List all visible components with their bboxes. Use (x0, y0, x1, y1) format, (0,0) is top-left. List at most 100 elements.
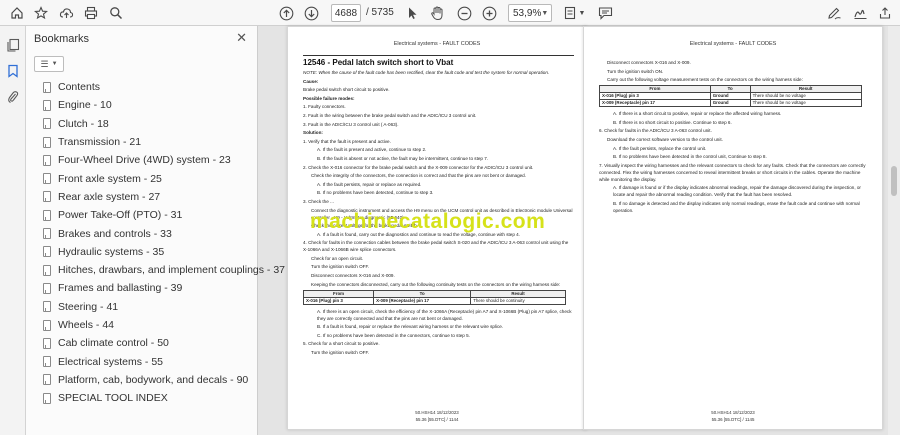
upload-cloud-icon[interactable] (57, 4, 75, 22)
solution-label: Solution: (303, 130, 323, 136)
comment-icon[interactable] (596, 4, 614, 22)
table-cell: X-009 (Receptacle) pin 17 (599, 99, 711, 108)
cursor-icon[interactable] (403, 4, 421, 22)
bookmarks-panel: Bookmarks ✕ ☰ ▼ Contents Engine - 10 Clutch… (26, 26, 285, 435)
procedure-line: Download the correct software version to… (607, 136, 723, 142)
bookmark-options-button[interactable]: ☰ ▼ (34, 56, 64, 72)
bookmark-item[interactable]: SPECIAL TOOL INDEX (26, 389, 258, 407)
star-icon[interactable] (32, 4, 50, 22)
procedure-line: Disconnect connectors X-016 and X-009. (311, 273, 395, 279)
attachment-icon[interactable] (4, 88, 22, 106)
close-icon[interactable]: ✕ (236, 30, 247, 46)
bookmark-label: Engine - 10 (58, 99, 112, 112)
procedure-line: B. If no problems have been detected, co… (317, 190, 434, 196)
zoom-out-icon[interactable] (455, 4, 473, 22)
bookmark-page-icon (43, 319, 51, 331)
bookmark-item[interactable]: Engine - 10 (26, 96, 258, 114)
procedure-line: B. If no damage is detected and the disp… (613, 200, 860, 213)
page-number-input[interactable]: 4688 (331, 4, 361, 22)
continuity-table: From To Result X-016 (Plug) pin 3 X-009 (Rec… (302, 289, 566, 305)
watermark-text: machinecatalogic.com (310, 210, 546, 233)
list-icon: ☰ (40, 58, 49, 69)
bookmark-item[interactable]: Electrical systems - 55 (26, 352, 258, 370)
procedure-line: 2. Check the X-016 connector for the bra… (303, 164, 534, 170)
bookmark-item[interactable]: Front axle system - 25 (26, 169, 258, 187)
table-cell: X-016 (Plug) pin 3 (302, 296, 375, 305)
procedure-line: A. If the fault persists, replace the co… (613, 145, 707, 151)
procedure-line: 1. Verify that the fault is present and … (303, 138, 391, 144)
chevron-down-icon[interactable]: ▼ (577, 4, 587, 22)
bookmark-item[interactable]: Brakes and controls - 33 (26, 224, 258, 242)
table-header: To (373, 289, 472, 298)
table-header: Result (749, 85, 862, 94)
search-icon[interactable] (107, 4, 125, 22)
bookmark-page-icon (43, 282, 51, 294)
hand-icon[interactable] (428, 4, 446, 22)
home-icon[interactable] (8, 4, 26, 22)
procedure-line: A. If the fault is present and active, c… (317, 147, 427, 153)
failure-label: Possible failure modes: (303, 95, 355, 101)
sign-icon[interactable] (851, 4, 869, 22)
table-cell: There should be no voltage (749, 99, 862, 108)
bookmark-item[interactable]: Transmission - 21 (26, 133, 258, 151)
procedure-line: 7. Visually inspect the wiring harnesses… (599, 162, 866, 182)
chevron-down-icon: ▼ (541, 9, 549, 17)
table-cell: Ground (709, 92, 751, 101)
edit-pen-icon[interactable] (825, 4, 843, 22)
table-header: From (599, 85, 711, 94)
chevron-down-icon: ▼ (51, 61, 58, 67)
procedure-line: B. If the fault is absent or not active,… (317, 155, 489, 161)
zoom-in-icon[interactable] (480, 4, 498, 22)
bookmark-page-icon (43, 136, 51, 148)
table-cell: There should be no voltage (749, 92, 862, 101)
page-footer-code: 50.HSH14 18/12/2023 (415, 410, 459, 415)
scrollbar-thumb[interactable] (891, 166, 897, 196)
bookmark-item[interactable]: Hydraulic systems - 35 (26, 243, 258, 261)
bookmark-item[interactable]: Cab climate control - 50 (26, 334, 258, 352)
page-thumbnails-icon[interactable] (4, 36, 22, 54)
page-header: Electrical systems - FAULT CODES (393, 41, 481, 47)
bookmark-label: Four-Wheel Drive (4WD) system - 23 (58, 154, 231, 167)
procedure-line: Keeping the connectors disconnected, car… (311, 281, 561, 287)
bookmark-label: Wheels - 44 (58, 319, 115, 331)
page-footer-code: 50.HSH14 18/12/2023 (711, 410, 755, 415)
bookmark-page-icon (43, 173, 51, 185)
procedure-line: A. If there is an open circuit, check th… (317, 308, 572, 321)
bookmark-label: Rear axle system - 27 (58, 190, 161, 203)
bookmark-page-icon (43, 81, 51, 93)
bookmark-item[interactable]: Frames and ballasting - 39 (26, 279, 258, 297)
bookmark-item[interactable]: Steering - 41 (26, 298, 258, 316)
bookmark-item[interactable]: Wheels - 44 (26, 316, 258, 334)
bookmark-page-icon (43, 301, 51, 313)
page-up-icon[interactable] (277, 4, 295, 22)
procedure-line: Turn the ignition switch OFF. (311, 264, 370, 270)
print-icon[interactable] (82, 4, 100, 22)
bookmark-item[interactable]: Hitches, drawbars, and implement couplin… (26, 261, 285, 279)
bookmark-icon[interactable] (4, 62, 22, 80)
table-cell: X-016 (Plug) pin 3 (599, 92, 711, 101)
bookmark-item[interactable]: Power Take-Off (PTO) - 31 (26, 206, 258, 224)
bookmark-page-icon (43, 209, 51, 221)
note-text: NOTE: When the cause of the fault code h… (303, 70, 550, 75)
share-icon[interactable] (876, 4, 894, 22)
page-down-icon[interactable] (302, 4, 320, 22)
table-row: X-009 (Receptacle) pin 17 Ground There sho… (599, 99, 862, 108)
bookmark-item[interactable]: Rear axle system - 27 (26, 188, 258, 206)
procedure-line: Carry out the following voltage measurem… (607, 77, 803, 83)
bookmark-item[interactable]: Clutch - 18 (26, 115, 258, 133)
bookmark-page-icon (43, 118, 51, 130)
bookmark-label: Electrical systems - 55 (58, 355, 164, 368)
bookmark-item[interactable]: Four-Wheel Drive (4WD) system - 23 (26, 151, 258, 169)
bookmark-item[interactable]: Contents (26, 78, 258, 96)
bookmark-item[interactable]: Platform, cab, bodywork, and decals - 90 (26, 371, 258, 389)
zoom-select[interactable]: 53,9% ▼ (508, 4, 552, 22)
bookmark-page-icon (43, 99, 51, 111)
bookmark-label: Hydraulic systems - 35 (58, 245, 165, 258)
page-header: Electrical systems - FAULT CODES (689, 41, 777, 47)
document-page-right: Electrical systems - FAULT CODES Disconn… (583, 26, 883, 430)
procedure-line: B. If there is no short circuit to posit… (613, 119, 732, 125)
procedure-line: Check for an open circuit. (311, 255, 364, 261)
procedure-line: B. If a fault is found, repair or replac… (317, 324, 504, 330)
procedure-line: A. If there is a short circuit to positi… (613, 111, 782, 117)
vertical-scrollbar[interactable] (888, 26, 900, 435)
